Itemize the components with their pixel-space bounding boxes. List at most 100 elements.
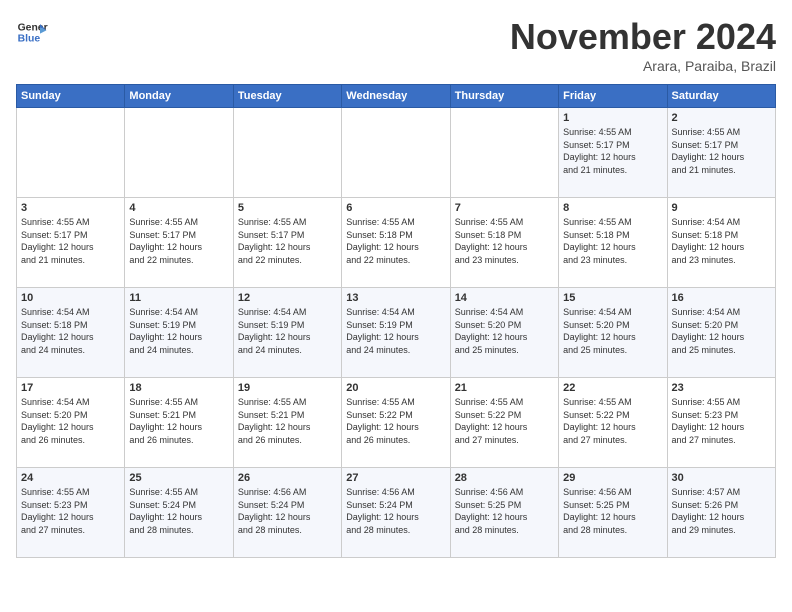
day-info: Sunrise: 4:55 AM Sunset: 5:18 PM Dayligh… [455, 216, 554, 266]
day-info: Sunrise: 4:54 AM Sunset: 5:18 PM Dayligh… [672, 216, 771, 266]
day-number: 6 [346, 202, 445, 214]
calendar-table: SundayMondayTuesdayWednesdayThursdayFrid… [16, 84, 776, 558]
calendar-cell: 11 Sunrise: 4:54 AM Sunset: 5:19 PM Dayli… [125, 288, 233, 378]
calendar-cell: 15 Sunrise: 4:54 AM Sunset: 5:20 PM Dayli… [559, 288, 667, 378]
logo-icon: General Blue [16, 16, 48, 48]
day-info: Sunrise: 4:56 AM Sunset: 5:25 PM Dayligh… [455, 486, 554, 536]
day-number: 5 [238, 202, 337, 214]
day-info: Sunrise: 4:56 AM Sunset: 5:24 PM Dayligh… [238, 486, 337, 536]
calendar-cell: 27 Sunrise: 4:56 AM Sunset: 5:24 PM Dayli… [342, 468, 450, 558]
day-number: 17 [21, 382, 120, 394]
calendar-cell: 24 Sunrise: 4:55 AM Sunset: 5:23 PM Dayli… [17, 468, 125, 558]
day-number: 22 [563, 382, 662, 394]
day-info: Sunrise: 4:55 AM Sunset: 5:17 PM Dayligh… [672, 126, 771, 176]
calendar-cell: 2 Sunrise: 4:55 AM Sunset: 5:17 PM Daylig… [667, 108, 775, 198]
weekday-header-thursday: Thursday [450, 85, 558, 108]
calendar-cell: 7 Sunrise: 4:55 AM Sunset: 5:18 PM Daylig… [450, 198, 558, 288]
calendar-cell: 16Sunrise: 4:54 AM Sunset: 5:20 PM Dayli… [667, 288, 775, 378]
day-info: Sunrise: 4:55 AM Sunset: 5:22 PM Dayligh… [346, 396, 445, 446]
day-number: 13 [346, 292, 445, 304]
day-number: 15 [563, 292, 662, 304]
calendar-cell: 17 Sunrise: 4:54 AM Sunset: 5:20 PM Dayli… [17, 378, 125, 468]
weekday-header-friday: Friday [559, 85, 667, 108]
day-number: 16 [672, 292, 771, 304]
day-info: Sunrise: 4:55 AM Sunset: 5:17 PM Dayligh… [238, 216, 337, 266]
day-number: 2 [672, 112, 771, 124]
calendar-cell: 28 Sunrise: 4:56 AM Sunset: 5:25 PM Dayli… [450, 468, 558, 558]
weekday-header-wednesday: Wednesday [342, 85, 450, 108]
day-number: 8 [563, 202, 662, 214]
day-number: 26 [238, 472, 337, 484]
calendar-cell: 8Sunrise: 4:55 AM Sunset: 5:18 PM Daylig… [559, 198, 667, 288]
page-header: General Blue November 2024 Arara, Paraib… [16, 16, 776, 74]
day-info: Sunrise: 4:54 AM Sunset: 5:19 PM Dayligh… [346, 306, 445, 356]
day-info: Sunrise: 4:55 AM Sunset: 5:24 PM Dayligh… [129, 486, 228, 536]
calendar-cell: 19 Sunrise: 4:55 AM Sunset: 5:21 PM Dayli… [233, 378, 341, 468]
day-info: Sunrise: 4:55 AM Sunset: 5:21 PM Dayligh… [238, 396, 337, 446]
weekday-header-saturday: Saturday [667, 85, 775, 108]
weekday-header-sunday: Sunday [17, 85, 125, 108]
day-number: 7 [455, 202, 554, 214]
calendar-cell: 22 Sunrise: 4:55 AM Sunset: 5:22 PM Dayli… [559, 378, 667, 468]
calendar-cell: 3 Sunrise: 4:55 AM Sunset: 5:17 PM Daylig… [17, 198, 125, 288]
day-info: Sunrise: 4:57 AM Sunset: 5:26 PM Dayligh… [672, 486, 771, 536]
logo: General Blue [16, 16, 48, 48]
day-info: Sunrise: 4:54 AM Sunset: 5:19 PM Dayligh… [129, 306, 228, 356]
day-number: 27 [346, 472, 445, 484]
day-info: Sunrise: 4:54 AM Sunset: 5:20 PM Dayligh… [21, 396, 120, 446]
day-number: 18 [129, 382, 228, 394]
calendar-cell: 25 Sunrise: 4:55 AM Sunset: 5:24 PM Dayli… [125, 468, 233, 558]
day-number: 30 [672, 472, 771, 484]
weekday-header-monday: Monday [125, 85, 233, 108]
day-info: Sunrise: 4:55 AM Sunset: 5:18 PM Dayligh… [346, 216, 445, 266]
calendar-cell: 29 Sunrise: 4:56 AM Sunset: 5:25 PM Dayli… [559, 468, 667, 558]
day-info: Sunrise: 4:55 AM Sunset: 5:21 PM Dayligh… [129, 396, 228, 446]
day-info: Sunrise: 4:55 AM Sunset: 5:17 PM Dayligh… [129, 216, 228, 266]
day-number: 3 [21, 202, 120, 214]
calendar-cell: 18 Sunrise: 4:55 AM Sunset: 5:21 PM Dayli… [125, 378, 233, 468]
day-number: 25 [129, 472, 228, 484]
day-number: 29 [563, 472, 662, 484]
day-number: 21 [455, 382, 554, 394]
day-info: Sunrise: 4:55 AM Sunset: 5:23 PM Dayligh… [21, 486, 120, 536]
calendar-cell: 20 Sunrise: 4:55 AM Sunset: 5:22 PM Dayli… [342, 378, 450, 468]
title-block: November 2024 Arara, Paraiba, Brazil [510, 16, 776, 74]
day-number: 14 [455, 292, 554, 304]
day-number: 11 [129, 292, 228, 304]
day-number: 12 [238, 292, 337, 304]
location-subtitle: Arara, Paraiba, Brazil [510, 58, 776, 74]
calendar-cell: 6 Sunrise: 4:55 AM Sunset: 5:18 PM Daylig… [342, 198, 450, 288]
calendar-cell: 9 Sunrise: 4:54 AM Sunset: 5:18 PM Daylig… [667, 198, 775, 288]
day-number: 24 [21, 472, 120, 484]
day-info: Sunrise: 4:54 AM Sunset: 5:18 PM Dayligh… [21, 306, 120, 356]
calendar-cell: 10Sunrise: 4:54 AM Sunset: 5:18 PM Dayli… [17, 288, 125, 378]
day-number: 19 [238, 382, 337, 394]
day-info: Sunrise: 4:55 AM Sunset: 5:22 PM Dayligh… [455, 396, 554, 446]
day-number: 1 [563, 112, 662, 124]
day-number: 28 [455, 472, 554, 484]
day-info: Sunrise: 4:54 AM Sunset: 5:19 PM Dayligh… [238, 306, 337, 356]
day-number: 23 [672, 382, 771, 394]
day-info: Sunrise: 4:54 AM Sunset: 5:20 PM Dayligh… [563, 306, 662, 356]
day-info: Sunrise: 4:55 AM Sunset: 5:22 PM Dayligh… [563, 396, 662, 446]
day-number: 20 [346, 382, 445, 394]
calendar-cell: 14 Sunrise: 4:54 AM Sunset: 5:20 PM Dayli… [450, 288, 558, 378]
calendar-cell [125, 108, 233, 198]
calendar-cell [342, 108, 450, 198]
day-number: 9 [672, 202, 771, 214]
day-info: Sunrise: 4:56 AM Sunset: 5:24 PM Dayligh… [346, 486, 445, 536]
calendar-cell: 1Sunrise: 4:55 AM Sunset: 5:17 PM Daylig… [559, 108, 667, 198]
day-info: Sunrise: 4:55 AM Sunset: 5:17 PM Dayligh… [21, 216, 120, 266]
calendar-cell [233, 108, 341, 198]
calendar-cell: 23Sunrise: 4:55 AM Sunset: 5:23 PM Dayli… [667, 378, 775, 468]
svg-text:Blue: Blue [18, 34, 41, 45]
month-title: November 2024 [510, 16, 776, 58]
calendar-cell [450, 108, 558, 198]
calendar-cell: 13 Sunrise: 4:54 AM Sunset: 5:19 PM Dayli… [342, 288, 450, 378]
calendar-cell: 26 Sunrise: 4:56 AM Sunset: 5:24 PM Dayli… [233, 468, 341, 558]
day-info: Sunrise: 4:56 AM Sunset: 5:25 PM Dayligh… [563, 486, 662, 536]
calendar-cell: 21 Sunrise: 4:55 AM Sunset: 5:22 PM Dayli… [450, 378, 558, 468]
calendar-cell: 30 Sunrise: 4:57 AM Sunset: 5:26 PM Dayli… [667, 468, 775, 558]
day-info: Sunrise: 4:54 AM Sunset: 5:20 PM Dayligh… [455, 306, 554, 356]
calendar-cell [17, 108, 125, 198]
